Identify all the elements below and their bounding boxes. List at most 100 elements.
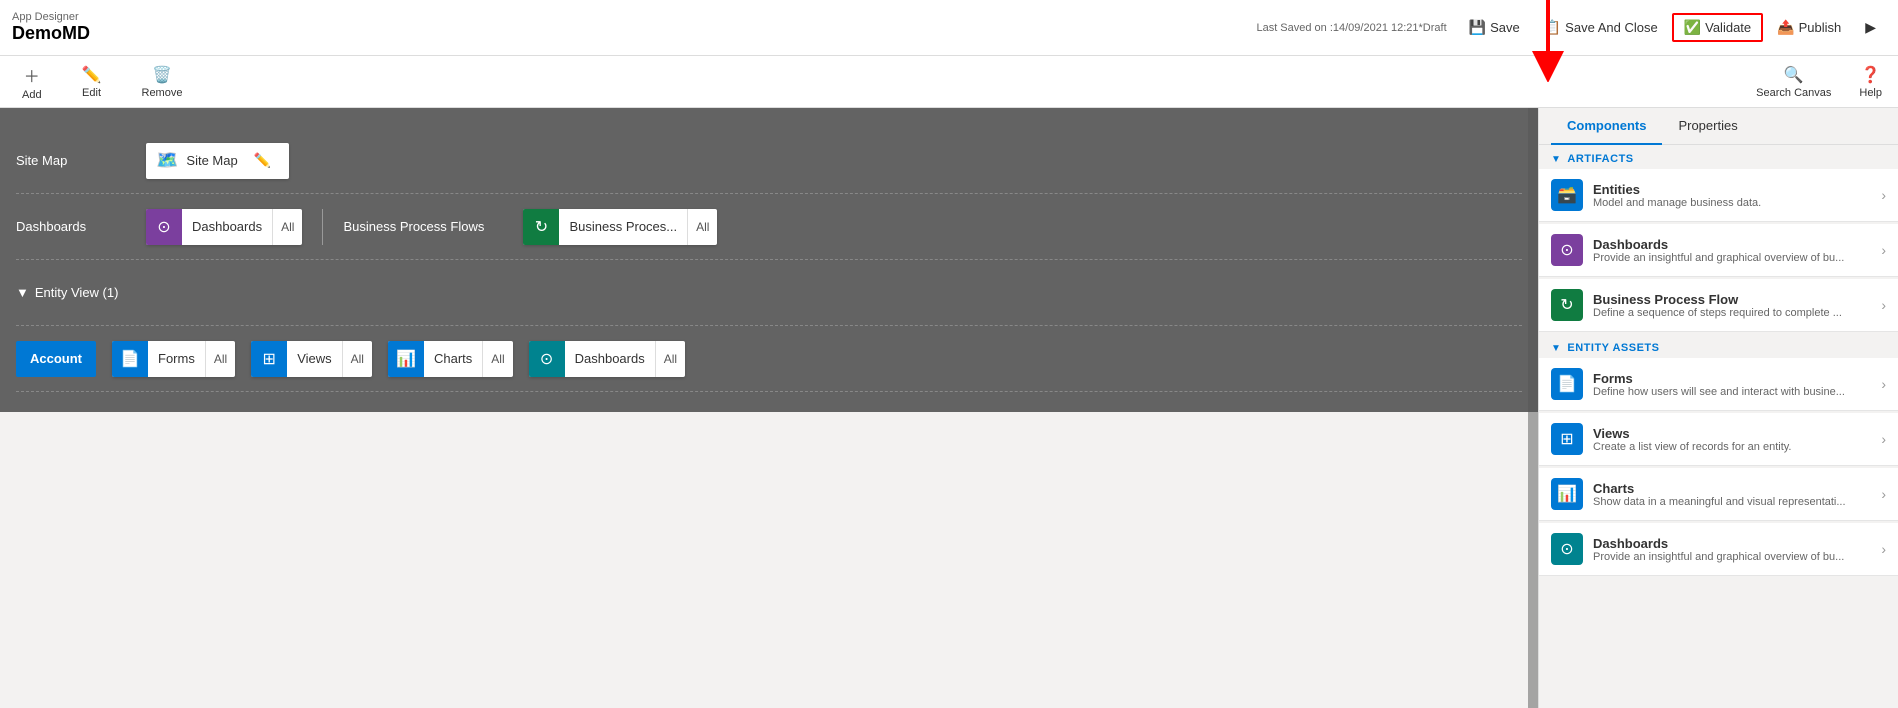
tab-properties[interactable]: Properties <box>1662 108 1753 145</box>
panel-forms-icon: 📄 <box>1551 368 1583 400</box>
edit-icon: ✏️ <box>82 65 102 85</box>
canvas-wrapper: Site Map 🗺️ Site Map ✏️ Dashboards ⊙ Das… <box>0 108 1538 708</box>
top-bar-actions: Last Saved on :14/09/2021 12:21*Draft 💾 … <box>1256 13 1886 42</box>
save-button[interactable]: 💾 Save <box>1459 15 1530 40</box>
charts-all-button[interactable]: All <box>482 341 512 377</box>
entities-icon: 🗃️ <box>1551 179 1583 211</box>
sitemap-card[interactable]: 🗺️ Site Map ✏️ <box>146 143 289 179</box>
charts-chevron: › <box>1881 486 1886 502</box>
dashboards-card-icon: ⊙ <box>146 209 182 245</box>
sitemap-row-label: Site Map <box>16 153 146 168</box>
dashboards2-all-button[interactable]: All <box>655 341 685 377</box>
account-button[interactable]: Account <box>16 341 96 377</box>
entity-assets-section-header: ▼ ENTITY ASSETS <box>1539 334 1898 358</box>
sitemap-card-label: Site Map <box>186 153 237 168</box>
app-identity: App Designer DemoMD <box>12 11 90 44</box>
right-panel: Components Properties ▼ ARTIFACTS 🗃️ Ent… <box>1538 108 1898 708</box>
panel-item-dashboards2[interactable]: ⊙ Dashboards Provide an insightful and g… <box>1539 523 1898 576</box>
remove-toolbar-item[interactable]: 🗑️ Remove <box>136 61 189 103</box>
panel-dashboards-text: Dashboards Provide an insightful and gra… <box>1593 237 1881 264</box>
search-icon: 🔍 <box>1784 65 1804 85</box>
edit-toolbar-item[interactable]: ✏️ Edit <box>76 61 108 103</box>
panel-dashboards2-icon: ⊙ <box>1551 533 1583 565</box>
views-card[interactable]: ⊞ Views All <box>251 341 372 377</box>
charts-card-label: Charts <box>424 351 482 366</box>
panel-dashboards2-text: Dashboards Provide an insightful and gra… <box>1593 536 1881 563</box>
play-icon: ▶ <box>1865 19 1876 36</box>
help-button[interactable]: ❓ Help <box>1859 65 1882 99</box>
app-name: DemoMD <box>12 23 90 44</box>
panel-item-views[interactable]: ⊞ Views Create a list view of records fo… <box>1539 413 1898 466</box>
bpf-card[interactable]: ↻ Business Proces... All <box>523 209 717 245</box>
save-close-icon: 📋 <box>1544 19 1561 36</box>
play-button[interactable]: ▶ <box>1855 15 1886 40</box>
panel-item-charts[interactable]: 📊 Charts Show data in a meaningful and v… <box>1539 468 1898 521</box>
forms-all-button[interactable]: All <box>205 341 235 377</box>
bpf-all-button[interactable]: All <box>687 209 717 245</box>
last-saved-text: Last Saved on :14/09/2021 12:21*Draft <box>1256 22 1446 34</box>
panel-item-dashboards[interactable]: ⊙ Dashboards Provide an insightful and g… <box>1539 224 1898 277</box>
panel-charts-icon: 📊 <box>1551 478 1583 510</box>
row-divider <box>322 209 323 245</box>
sitemap-edit-button[interactable]: ✏️ <box>246 152 279 169</box>
views-all-button[interactable]: All <box>342 341 372 377</box>
panel-views-text: Views Create a list view of records for … <box>1593 426 1881 453</box>
panel-forms-text: Forms Define how users will see and inte… <box>1593 371 1881 398</box>
dashboards-bpf-row: Dashboards ⊙ Dashboards All Business Pro… <box>16 194 1522 260</box>
entities-text: Entities Model and manage business data. <box>1593 182 1881 209</box>
dashboards2-card-label: Dashboards <box>565 351 655 366</box>
panel-bpf-text: Business Process Flow Define a sequence … <box>1593 292 1881 319</box>
panel-item-entities[interactable]: 🗃️ Entities Model and manage business da… <box>1539 169 1898 222</box>
forms-card-label: Forms <box>148 351 205 366</box>
panel-item-bpf[interactable]: ↻ Business Process Flow Define a sequenc… <box>1539 279 1898 332</box>
bpf-row-label: Business Process Flows <box>343 219 523 234</box>
validate-button[interactable]: ✅ Validate <box>1672 13 1763 42</box>
forms-card-icon: 📄 <box>112 341 148 377</box>
dashboards-card[interactable]: ⊙ Dashboards All <box>146 209 302 245</box>
tab-components[interactable]: Components <box>1551 108 1662 145</box>
canvas-scrollbar[interactable] <box>1528 108 1538 708</box>
account-assets-row: Account 📄 Forms All ⊞ <box>16 326 1522 392</box>
artifacts-section-header: ▼ ARTIFACTS <box>1539 145 1898 169</box>
bpf-card-label: Business Proces... <box>559 219 687 234</box>
sitemap-row: Site Map 🗺️ Site Map ✏️ <box>16 128 1522 194</box>
forms-card[interactable]: 📄 Forms All <box>112 341 235 377</box>
bpf-card-icon: ↻ <box>523 209 559 245</box>
save-icon: 💾 <box>1469 19 1486 36</box>
views-card-label: Views <box>287 351 341 366</box>
add-icon: ＋ <box>24 63 40 87</box>
panel-views-icon: ⊞ <box>1551 423 1583 455</box>
sitemap-icon: 🗺️ <box>156 150 178 171</box>
views-chevron: › <box>1881 431 1886 447</box>
top-bar: App Designer DemoMD Last Saved on :14/09… <box>0 0 1898 56</box>
main-layout: Site Map 🗺️ Site Map ✏️ Dashboards ⊙ Das… <box>0 108 1898 708</box>
validate-icon: ✅ <box>1684 19 1701 36</box>
dashboards2-chevron: › <box>1881 541 1886 557</box>
app-designer-label: App Designer <box>12 11 90 23</box>
panel-charts-text: Charts Show data in a meaningful and vis… <box>1593 481 1881 508</box>
entities-chevron: › <box>1881 187 1886 203</box>
entity-assets-chevron: ▼ <box>1551 343 1561 354</box>
dashboards-chevron: › <box>1881 242 1886 258</box>
forms-chevron: › <box>1881 376 1886 392</box>
views-card-icon: ⊞ <box>251 341 287 377</box>
add-toolbar-item[interactable]: ＋ Add <box>16 59 48 105</box>
dashboards-all-button[interactable]: All <box>272 209 302 245</box>
dashboards-card-label: Dashboards <box>182 219 272 234</box>
save-and-close-button[interactable]: 📋 Save And Close <box>1534 15 1668 40</box>
help-icon: ❓ <box>1861 65 1881 85</box>
entity-view-label: ▼ Entity View (1) <box>16 285 146 300</box>
charts-card-icon: 📊 <box>388 341 424 377</box>
toolbar: ＋ Add ✏️ Edit 🗑️ Remove 🔍 Search Canvas … <box>0 56 1898 108</box>
panel-item-forms[interactable]: 📄 Forms Define how users will see and in… <box>1539 358 1898 411</box>
charts-card[interactable]: 📊 Charts All <box>388 341 513 377</box>
publish-button[interactable]: 📤 Publish <box>1767 15 1851 40</box>
canvas-area: Site Map 🗺️ Site Map ✏️ Dashboards ⊙ Das… <box>0 108 1538 412</box>
dashboards-row-label: Dashboards <box>16 219 146 234</box>
bpf-chevron: › <box>1881 297 1886 313</box>
search-canvas-button[interactable]: 🔍 Search Canvas <box>1756 65 1831 99</box>
remove-icon: 🗑️ <box>152 65 172 85</box>
entity-view-row: ▼ Entity View (1) <box>16 260 1522 326</box>
dashboards2-card[interactable]: ⊙ Dashboards All <box>529 341 685 377</box>
panel-dashboards-icon: ⊙ <box>1551 234 1583 266</box>
